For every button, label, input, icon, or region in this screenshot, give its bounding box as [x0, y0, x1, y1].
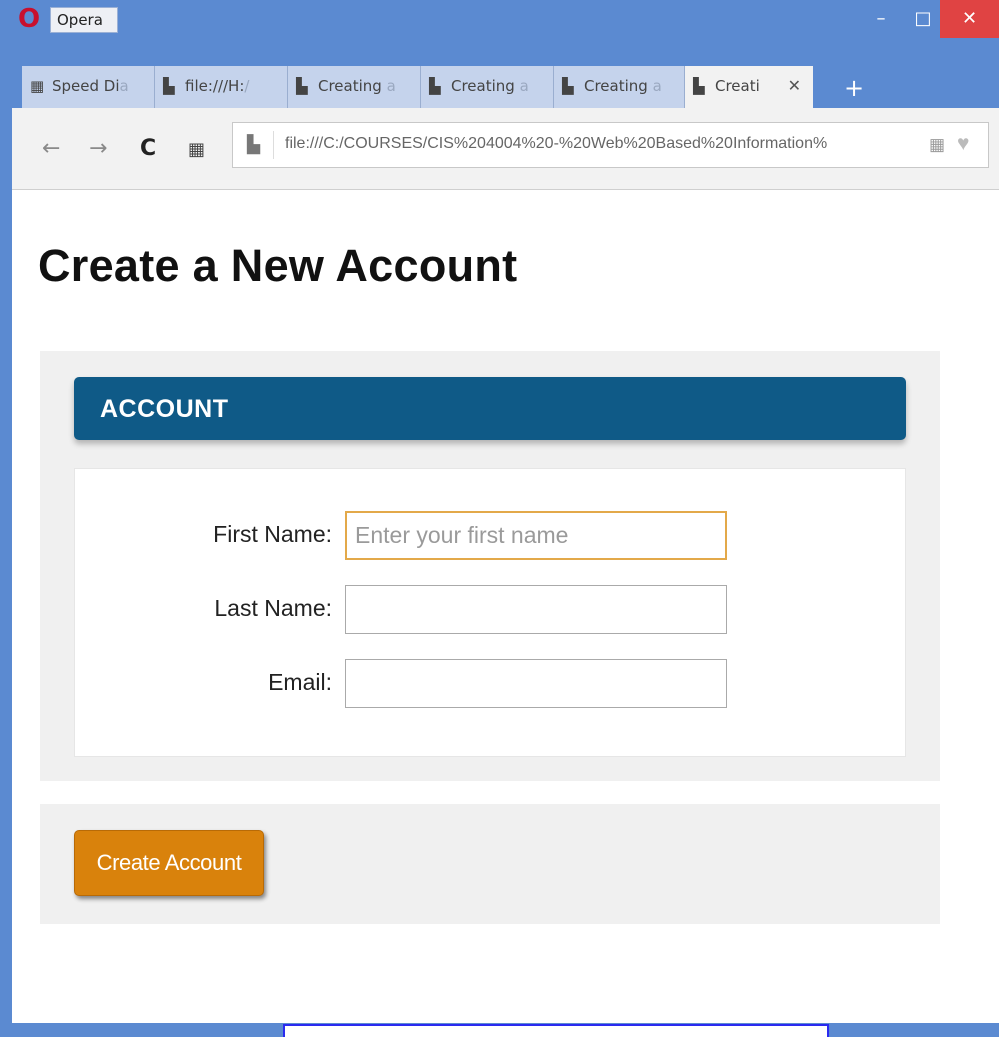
- last-name-field[interactable]: [345, 585, 727, 634]
- speed-dial-icon: ▦: [30, 77, 45, 95]
- actions-section: Create Account: [40, 804, 940, 924]
- browser-window: O Opera – □ ✕ ▦ Speed Dia ▙ file:///H:/ ▙ C…: [0, 0, 999, 1037]
- close-tab-icon[interactable]: ✕: [788, 76, 801, 95]
- email-field[interactable]: [345, 659, 727, 708]
- page-content: Create a New Account ACCOUNT First Name:…: [12, 190, 999, 1023]
- title-bar: O Opera – □ ✕: [0, 0, 999, 50]
- first-name-field[interactable]: [345, 511, 727, 560]
- email-row: Email:: [75, 659, 907, 709]
- address-bar[interactable]: ▙ file:///C:/COURSES/CIS%204004%20-%20We…: [232, 122, 989, 168]
- tab-label: Creati: [715, 77, 760, 95]
- last-name-row: Last Name:: [75, 585, 907, 635]
- address-toolbar: ← → C ▦ ▙ file:///C:/COURSES/CIS%204004%…: [12, 108, 999, 190]
- tab-label: file:///H:: [185, 77, 245, 95]
- tab-creating-active[interactable]: ▙ Creati ✕: [685, 66, 813, 108]
- section-header: ACCOUNT: [74, 377, 906, 440]
- page-icon: ▙: [429, 77, 441, 95]
- window-left-border: [0, 50, 12, 1023]
- url-divider: [273, 131, 274, 159]
- email-label: Email:: [268, 669, 332, 695]
- url-text[interactable]: file:///C:/COURSES/CIS%204004%20-%20Web%…: [285, 135, 925, 153]
- tab-creating-1[interactable]: ▙ Creating a: [288, 66, 421, 108]
- page-icon: ▙: [693, 77, 705, 95]
- tab-label-fade: a: [514, 77, 529, 95]
- heart-icon[interactable]: ♥: [957, 132, 969, 156]
- tab-label-fade: a: [119, 77, 129, 95]
- page-icon: ▙: [562, 77, 574, 95]
- forward-arrow-icon[interactable]: →: [89, 136, 107, 161]
- status-strip: [283, 1024, 829, 1037]
- first-name-label: First Name:: [213, 521, 332, 547]
- account-form: First Name: Last Name: Email:: [74, 468, 906, 757]
- tab-label-fade: /: [244, 77, 250, 95]
- close-window-button[interactable]: ✕: [940, 0, 999, 38]
- last-name-label: Last Name:: [214, 595, 332, 621]
- section-header-label: ACCOUNT: [100, 395, 229, 423]
- tab-file-h[interactable]: ▙ file:///H:/: [155, 66, 288, 108]
- page-title: Create a New Account: [38, 240, 518, 291]
- account-section: ACCOUNT First Name: Last Name: Email:: [40, 351, 940, 781]
- maximize-button[interactable]: □: [902, 0, 944, 38]
- page-icon: ▙: [163, 77, 175, 95]
- page-icon: ▙: [247, 135, 261, 154]
- minimize-button[interactable]: –: [860, 0, 902, 38]
- tab-strip: ▦ Speed Dia ▙ file:///H:/ ▙ Creating a ▙ Cre…: [22, 66, 999, 108]
- opera-logo-icon: O: [18, 4, 41, 34]
- speed-dial-icon[interactable]: ▦: [188, 139, 205, 160]
- tab-creating-2[interactable]: ▙ Creating a: [421, 66, 554, 108]
- new-tab-button[interactable]: +: [844, 74, 864, 102]
- tab-label: Creating: [584, 77, 648, 95]
- page-icon: ▙: [296, 77, 308, 95]
- tab-creating-3[interactable]: ▙ Creating a: [554, 66, 685, 108]
- tab-label: Creating: [451, 77, 515, 95]
- tab-label-fade: a: [381, 77, 396, 95]
- tab-label-fade: a: [647, 77, 662, 95]
- speed-dial-icon[interactable]: ▦: [929, 135, 945, 155]
- tab-speed-dial[interactable]: ▦ Speed Dia: [22, 66, 155, 108]
- app-name: Opera: [50, 7, 118, 33]
- reload-icon[interactable]: C: [140, 136, 156, 161]
- first-name-row: First Name:: [75, 511, 907, 561]
- create-account-button[interactable]: Create Account: [74, 830, 264, 896]
- back-arrow-icon[interactable]: ←: [42, 136, 60, 161]
- tab-label: Speed Di: [52, 77, 120, 95]
- tab-label: Creating: [318, 77, 382, 95]
